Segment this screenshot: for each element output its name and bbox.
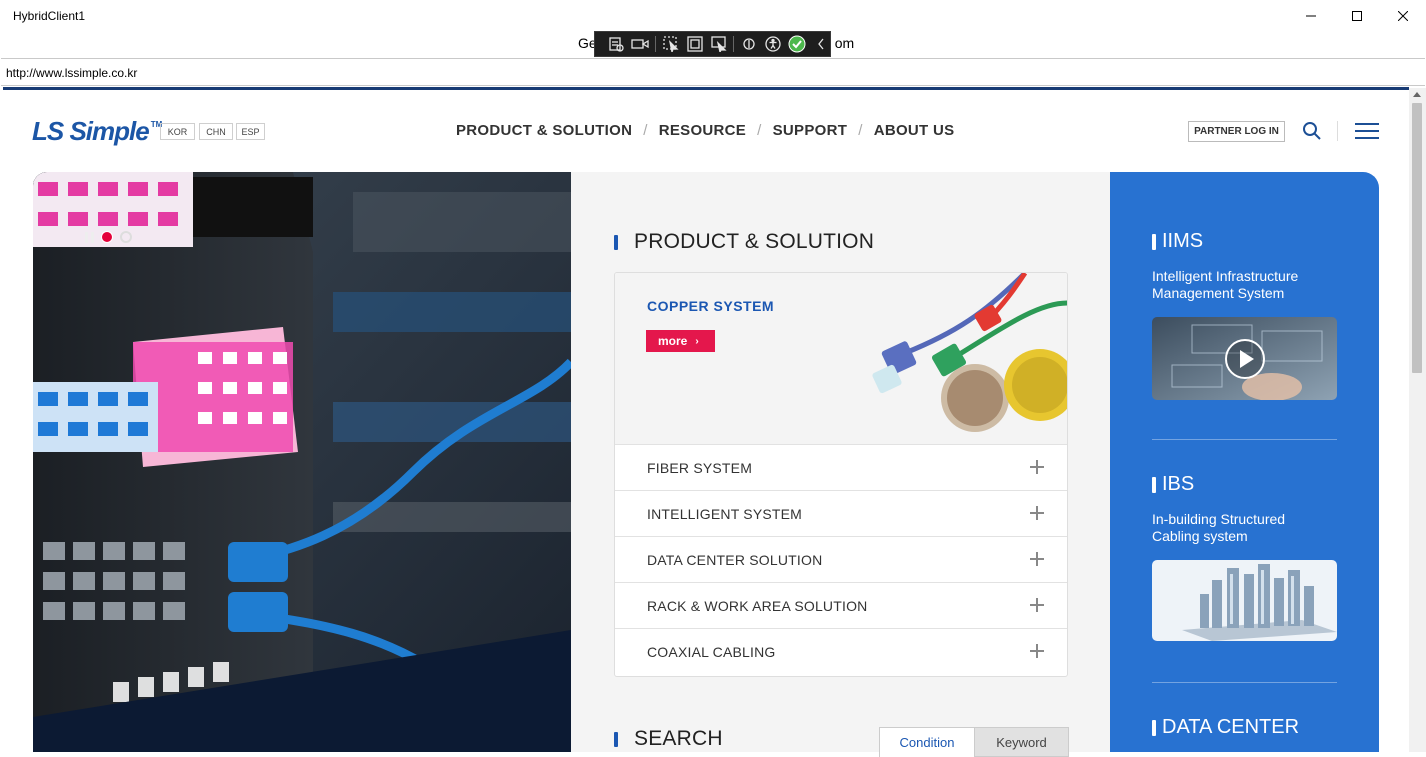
heading-marker: [1152, 719, 1156, 736]
lang-kor-button[interactable]: KOR: [160, 123, 195, 140]
plus-icon[interactable]: [1030, 598, 1044, 612]
solutions-sidebar: IIMS Intelligent Infrastructure Managemen…: [1110, 172, 1379, 752]
section-marker: [614, 235, 618, 250]
nav-resource[interactable]: RESOURCE: [659, 122, 746, 139]
list-item-label: FIBER SYSTEM: [647, 460, 753, 476]
hamburger-menu-icon[interactable]: [1355, 123, 1379, 139]
iims-heading[interactable]: IIMS: [1152, 230, 1203, 253]
nav-product-solution[interactable]: PRODUCT & SOLUTION: [456, 122, 632, 139]
plus-icon[interactable]: [1030, 552, 1044, 566]
minimize-icon: [1306, 15, 1316, 17]
toolbar-separator: [654, 36, 656, 52]
slide-dot[interactable]: [120, 231, 132, 243]
window-titlebar: HybridClient1: [0, 0, 1426, 32]
toolbar-separator: [733, 36, 735, 52]
more-button[interactable]: more ›: [646, 330, 715, 352]
main-nav: PRODUCT & SOLUTION / RESOURCE / SUPPORT …: [456, 122, 954, 139]
plus-icon[interactable]: [1030, 506, 1044, 520]
product-solution-panel: PRODUCT & SOLUTION COPPER SYSTEM more›: [571, 172, 1110, 757]
address-bar[interactable]: http://www.lssimple.co.kr: [1, 58, 1425, 86]
ibs-heading[interactable]: IBS: [1152, 473, 1194, 496]
copper-system-card[interactable]: COPPER SYSTEM more ›: [615, 273, 1067, 445]
window-title: HybridClient1: [13, 9, 86, 23]
list-item-label: RACK & WORK AREA SOLUTION: [647, 598, 868, 614]
scroll-up-arrow-icon[interactable]: [1413, 92, 1421, 97]
nav-separator: /: [757, 122, 762, 139]
arrow-right-icon: ›: [695, 335, 699, 347]
close-button[interactable]: [1380, 0, 1426, 32]
hero-slider-controls: [85, 231, 132, 243]
display-layout-icon[interactable]: [686, 34, 704, 54]
list-item[interactable]: INTELLIGENT SYSTEM: [615, 491, 1067, 537]
accessibility-icon[interactable]: [764, 34, 782, 54]
site-header: LS Simple TM KOR CHN ESP PRODUCT & SOLUTI…: [3, 90, 1409, 172]
hot-reload-icon[interactable]: [740, 34, 758, 54]
collapse-chevron-icon[interactable]: [812, 34, 830, 54]
minimize-button[interactable]: [1288, 0, 1334, 32]
list-item[interactable]: COAXIAL CABLING: [615, 629, 1067, 675]
list-item-label: COAXIAL CABLING: [647, 644, 776, 660]
header-divider: [1337, 121, 1338, 141]
heading-marker: [1152, 476, 1156, 493]
nav-separator: /: [858, 122, 863, 139]
lang-chn-button[interactable]: CHN: [199, 123, 233, 140]
nav-support[interactable]: SUPPORT: [773, 122, 848, 139]
maximize-button[interactable]: [1334, 0, 1380, 32]
partner-login-button[interactable]: PARTNER LOG IN: [1188, 121, 1285, 142]
list-item-label: INTELLIGENT SYSTEM: [647, 506, 803, 522]
live-visual-tree-icon[interactable]: [607, 34, 625, 54]
play-icon[interactable]: [1224, 338, 1266, 380]
site-logo[interactable]: LS Simple TM: [32, 116, 162, 147]
list-item[interactable]: DATA CENTER SOLUTION: [615, 537, 1067, 583]
scrollbar-thumb[interactable]: [1412, 103, 1422, 373]
tab-condition[interactable]: Condition: [879, 727, 975, 757]
plus-icon[interactable]: [1030, 644, 1044, 658]
product-solution-list: COPPER SYSTEM more › FIBER SYSTEM INTELL…: [614, 272, 1068, 677]
product-solution-title: PRODUCT & SOLUTION: [634, 230, 875, 253]
hero-network-image: [33, 172, 571, 752]
copper-system-title[interactable]: COPPER SYSTEM: [647, 298, 774, 314]
nav-about-us[interactable]: ABOUT US: [874, 122, 955, 139]
search-title: SEARCH: [634, 727, 723, 750]
copper-cable-image: [872, 273, 1067, 432]
list-item[interactable]: FIBER SYSTEM: [615, 445, 1067, 491]
plus-icon[interactable]: [1030, 460, 1044, 474]
hero-banner: [33, 172, 571, 752]
section-marker: [614, 732, 618, 747]
iims-video-thumbnail[interactable]: [1152, 317, 1337, 400]
search-tabs: Condition Keyword: [879, 727, 1069, 757]
nav-separator: /: [643, 122, 648, 139]
track-focus-icon[interactable]: [710, 34, 728, 54]
list-item-label: DATA CENTER SOLUTION: [647, 552, 823, 568]
check-icon[interactable]: [788, 34, 806, 54]
maximize-icon: [1352, 11, 1362, 21]
record-icon[interactable]: [631, 34, 649, 54]
sidebar-divider: [1152, 682, 1337, 683]
tab-keyword[interactable]: Keyword: [975, 727, 1069, 757]
sidebar-divider: [1152, 439, 1337, 440]
close-icon: [1398, 11, 1408, 21]
heading-marker: [1152, 233, 1156, 250]
debug-toolbar: [594, 31, 831, 57]
list-item[interactable]: RACK & WORK AREA SOLUTION: [615, 583, 1067, 629]
search-icon[interactable]: [1302, 121, 1322, 141]
data-center-heading[interactable]: DATA CENTER: [1152, 716, 1299, 739]
pause-icon[interactable]: [85, 231, 94, 243]
vertical-scrollbar[interactable]: [1409, 88, 1426, 752]
ibs-description: In-building Structured Cabling system: [1152, 511, 1286, 544]
select-element-icon[interactable]: [662, 34, 680, 54]
lang-esp-button[interactable]: ESP: [236, 123, 265, 140]
slide-dot-active[interactable]: [101, 231, 113, 243]
address-url[interactable]: http://www.lssimple.co.kr: [6, 66, 137, 80]
ibs-city-image[interactable]: [1152, 560, 1337, 641]
iims-description: Intelligent Infrastructure Management Sys…: [1152, 268, 1299, 301]
